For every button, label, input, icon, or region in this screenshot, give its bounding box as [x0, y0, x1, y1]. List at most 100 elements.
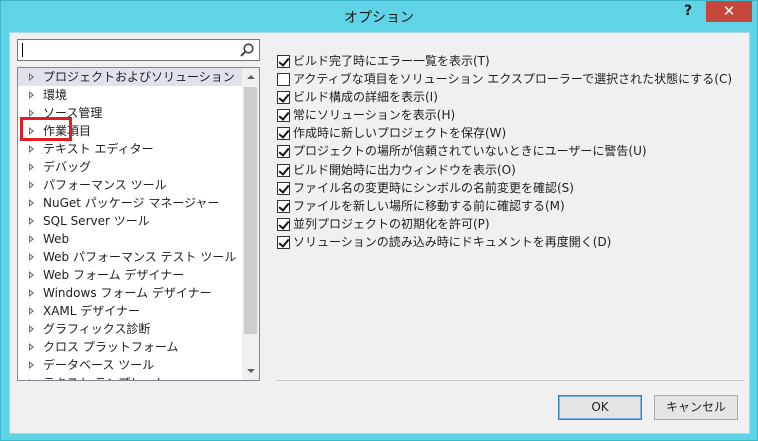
option-checkbox[interactable]: [277, 55, 290, 68]
options-category-tree[interactable]: プロジェクトおよびソリューション 環境 ソース管理 作業項目 テキスト エディター デバッ…: [17, 67, 260, 381]
option-label: 作成時に新しいプロジェクトを保存(W): [293, 126, 507, 141]
option-checkbox[interactable]: [277, 109, 290, 123]
option-checkbox[interactable]: [277, 91, 290, 105]
tree-item-label: デバッグ: [43, 160, 92, 174]
expand-arrow-icon[interactable]: [29, 199, 34, 207]
tree-item[interactable]: パフォーマンス ツール: [18, 176, 242, 194]
expand-arrow-icon[interactable]: [29, 109, 34, 117]
option-row[interactable]: 並列プロジェクトの初期化を許可(P): [277, 215, 743, 233]
help-button[interactable]: ?: [677, 3, 699, 23]
tree-item-label: データベース ツール: [43, 358, 155, 372]
scroll-down-arrow-icon[interactable]: [242, 363, 259, 380]
ok-button[interactable]: OK: [558, 395, 642, 420]
option-label: ビルド完了時にエラー一覧を表示(T): [293, 54, 490, 68]
tree-item[interactable]: Web パフォーマンス テスト ツール: [18, 248, 242, 266]
expand-arrow-icon[interactable]: [29, 325, 34, 333]
option-checkbox[interactable]: [277, 73, 290, 87]
tree-item-label: XAML デザイナー: [43, 304, 141, 318]
search-icon[interactable]: [239, 42, 255, 58]
option-checkbox[interactable]: [277, 163, 290, 177]
expand-arrow-icon[interactable]: [29, 361, 34, 369]
option-row[interactable]: プロジェクトの場所が信頼されていないときにユーザーに警告(U): [277, 142, 743, 160]
dialog-body: プロジェクトおよびソリューション 環境 ソース管理 作業項目 テキスト エディター デバッ…: [9, 32, 750, 434]
tree-item-label: テキスト テンプレート: [43, 376, 166, 380]
tree-item-label: プロジェクトおよびソリューション: [43, 70, 235, 84]
tree-item[interactable]: クロス プラットフォーム: [18, 338, 242, 356]
tree-item[interactable]: 環境: [18, 86, 242, 104]
cancel-button[interactable]: キャンセル: [654, 395, 738, 420]
tree-item-label: NuGet パッケージ マネージャー: [43, 196, 220, 210]
text-caret: [22, 43, 23, 57]
tree-item[interactable]: テキスト テンプレート: [18, 374, 242, 380]
option-checkbox[interactable]: [277, 217, 290, 231]
options-checkbox-list: ビルド完了時にエラー一覧を表示(T) アクティブな項目をソリューション エクスプロ…: [277, 52, 743, 251]
tree-item-label: Web: [43, 232, 70, 246]
expand-arrow-icon[interactable]: [29, 289, 34, 297]
dialog-title: オプション: [344, 10, 414, 26]
option-row[interactable]: アクティブな項目をソリューション エクスプローラーで選択された状態にする(C): [277, 70, 743, 88]
option-row[interactable]: ファイルを新しい場所に移動する前に確認する(M): [277, 197, 743, 215]
tree-item[interactable]: Windows フォーム デザイナー: [18, 284, 242, 302]
expand-arrow-icon[interactable]: [29, 145, 34, 153]
option-label: プロジェクトの場所が信頼されていないときにユーザーに警告(U): [293, 144, 647, 159]
expand-arrow-icon[interactable]: [29, 343, 34, 351]
option-row[interactable]: ファイル名の変更時にシンボルの名前変更を確認(S): [277, 179, 743, 197]
expand-arrow-icon[interactable]: [29, 271, 34, 279]
tree-item-label: グラフィックス診断: [43, 322, 151, 336]
tree-item[interactable]: データベース ツール: [18, 356, 242, 374]
tree-item[interactable]: デバッグ: [18, 158, 242, 176]
option-label: ビルド構成の詳細を表示(I): [293, 90, 438, 105]
option-checkbox[interactable]: [277, 145, 290, 159]
option-label: ファイルを新しい場所に移動する前に確認する(M): [293, 198, 565, 213]
option-label: ファイル名の変更時にシンボルの名前変更を確認(S): [293, 180, 574, 195]
tree-item[interactable]: テキスト エディター: [18, 140, 242, 158]
expand-arrow-icon[interactable]: [29, 307, 34, 315]
scroll-thumb[interactable]: [244, 87, 257, 334]
option-label: ソリューションの読み込み時にドキュメントを再度開く(D): [293, 234, 612, 249]
expand-arrow-icon[interactable]: [29, 235, 34, 243]
scroll-up-arrow-icon[interactable]: [242, 68, 259, 85]
tree-item-list: プロジェクトおよびソリューション 環境 ソース管理 作業項目 テキスト エディター デバッ…: [18, 68, 242, 380]
tree-item[interactable]: グラフィックス診断: [18, 320, 242, 338]
expand-arrow-icon[interactable]: [29, 181, 34, 189]
option-row[interactable]: ビルド構成の詳細を表示(I): [277, 88, 743, 106]
tree-item-label: パフォーマンス ツール: [43, 178, 167, 192]
option-label: 並列プロジェクトの初期化を許可(P): [293, 216, 490, 231]
tree-item[interactable]: Web フォーム デザイナー: [18, 266, 242, 284]
search-input[interactable]: [17, 39, 260, 61]
option-row[interactable]: ビルド完了時にエラー一覧を表示(T): [277, 52, 743, 70]
tree-item-label: SQL Server ツール: [43, 214, 150, 228]
expand-arrow-icon[interactable]: [29, 379, 34, 380]
options-dialog: オプション ? ✕ プロジェクトおよびソリューション 環境 ソース管理 作業項目 テキス…: [0, 0, 758, 441]
option-checkbox[interactable]: [277, 181, 290, 195]
expand-arrow-icon[interactable]: [29, 91, 34, 99]
option-row[interactable]: 作成時に新しいプロジェクトを保存(W): [277, 124, 743, 142]
tree-item[interactable]: SQL Server ツール: [18, 212, 242, 230]
option-label: 常にソリューションを表示(H): [293, 108, 456, 123]
tree-item-label: Web パフォーマンス テスト ツール: [43, 250, 237, 264]
separator: [277, 380, 745, 381]
option-checkbox[interactable]: [277, 199, 290, 213]
tree-item-label: Web フォーム デザイナー: [43, 268, 185, 282]
tree-item[interactable]: Web: [18, 230, 242, 248]
tree-item[interactable]: プロジェクトおよびソリューション: [18, 68, 242, 86]
title-bar[interactable]: オプション ? ✕: [1, 1, 757, 32]
expand-arrow-icon[interactable]: [29, 163, 34, 171]
expand-arrow-icon[interactable]: [29, 73, 34, 81]
option-label: ビルド開始時に出力ウィンドウを表示(O): [293, 162, 516, 177]
highlight-annotation-box: [20, 117, 72, 141]
tree-item[interactable]: NuGet パッケージ マネージャー: [18, 194, 242, 212]
option-row[interactable]: 常にソリューションを表示(H): [277, 106, 743, 124]
tree-item[interactable]: XAML デザイナー: [18, 302, 242, 320]
tree-item-label: クロス プラットフォーム: [43, 340, 179, 354]
expand-arrow-icon[interactable]: [29, 253, 34, 261]
tree-item-label: Windows フォーム デザイナー: [43, 286, 212, 300]
option-checkbox[interactable]: [277, 127, 290, 141]
expand-arrow-icon[interactable]: [29, 217, 34, 225]
tree-scrollbar[interactable]: [242, 68, 259, 380]
option-row[interactable]: ソリューションの読み込み時にドキュメントを再度開く(D): [277, 233, 743, 251]
option-checkbox[interactable]: [277, 235, 290, 249]
option-label: アクティブな項目をソリューション エクスプローラーで選択された状態にする(C): [293, 72, 733, 87]
close-button[interactable]: ✕: [706, 1, 752, 22]
option-row[interactable]: ビルド開始時に出力ウィンドウを表示(O): [277, 161, 743, 179]
